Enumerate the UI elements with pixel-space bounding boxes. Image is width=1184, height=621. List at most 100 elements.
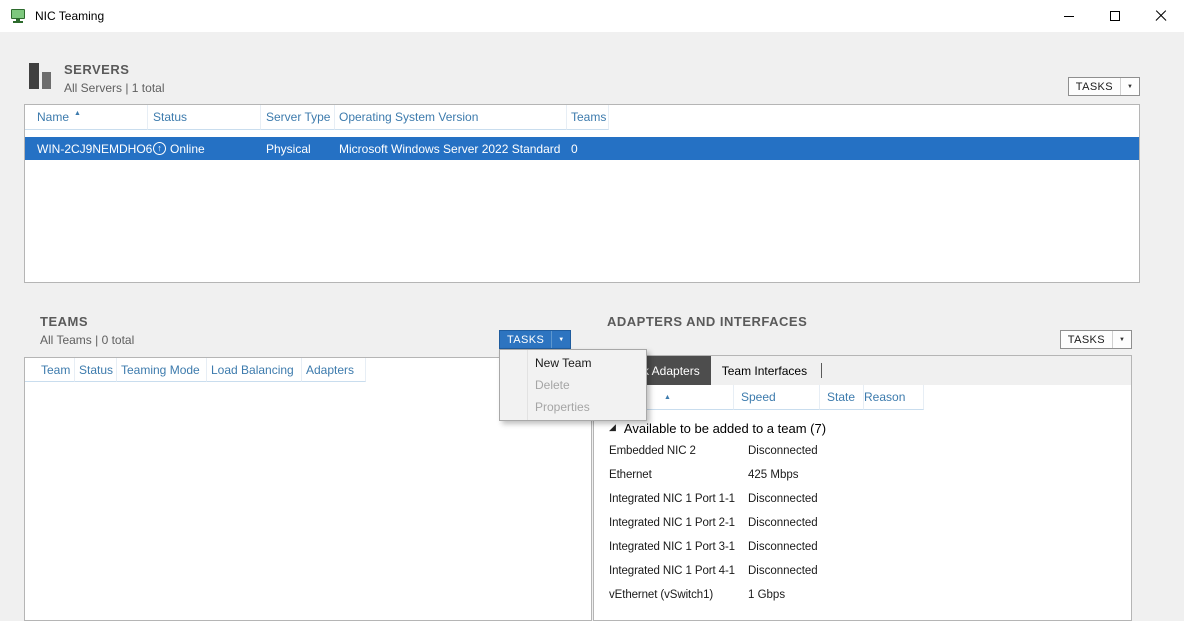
window-title: NIC Teaming: [35, 9, 104, 23]
column-header-label: Load Balancing: [211, 363, 294, 377]
adapters-section-title: ADAPTERS AND INTERFACES: [607, 314, 807, 329]
teams-tasks-button[interactable]: TASKS ▼: [499, 330, 571, 349]
adapters-tab-bar: Network Adapters Team Interfaces: [594, 356, 1131, 385]
adapter-speed-cell: 425 Mbps: [744, 469, 799, 481]
menu-item-new-team[interactable]: New Team: [500, 352, 646, 374]
sort-ascending-icon: ▲: [664, 394, 671, 401]
tasks-label: TASKS: [500, 331, 551, 348]
tasks-label: TASKS: [1069, 78, 1120, 95]
servers-table: Name ▲ Status Server Type Operating Syst…: [24, 104, 1140, 283]
collapse-triangle-icon: ◢: [609, 423, 616, 433]
adapter-name-cell: Integrated NIC 1 Port 4-1: [594, 565, 744, 577]
column-header-speed[interactable]: Speed: [734, 385, 820, 410]
sort-ascending-icon: ▲: [74, 110, 81, 117]
tab-team-interfaces[interactable]: Team Interfaces: [711, 356, 818, 385]
server-status-text: Online: [170, 142, 205, 156]
adapter-speed-cell: Disconnected: [744, 445, 818, 457]
column-header-label: Server Type: [266, 110, 330, 124]
dropdown-arrow-icon: ▼: [551, 331, 570, 348]
maximize-icon: [1110, 11, 1120, 21]
column-header-name[interactable]: Name ▲: [25, 105, 148, 130]
header-filler: [609, 105, 1139, 130]
server-type-cell: Physical: [261, 142, 335, 156]
column-header-label: State: [827, 390, 855, 404]
adapter-row[interactable]: Integrated NIC 1 Port 4-1 Disconnected: [594, 559, 1131, 583]
column-header-label: Speed: [741, 390, 776, 404]
adapters-table-header: ▲ Speed State Reason: [594, 385, 1131, 410]
adapter-speed-cell: 1 Gbps: [744, 589, 785, 601]
adapter-row[interactable]: Integrated NIC 1 Port 3-1 Disconnected: [594, 535, 1131, 559]
online-status-icon: ↑: [153, 142, 166, 155]
adapter-name-cell: Embedded NIC 2: [594, 445, 744, 457]
teams-tasks-menu: New Team Delete Properties: [499, 349, 647, 421]
column-header-team[interactable]: Team: [25, 358, 75, 382]
minimize-button[interactable]: [1046, 0, 1092, 32]
app-icon: [11, 8, 27, 24]
column-header-state[interactable]: State: [820, 385, 864, 410]
column-header-label: Adapters: [306, 363, 354, 377]
column-header-label: Operating System Version: [339, 110, 478, 124]
column-header-teams[interactable]: Teams: [567, 105, 609, 130]
column-header-status[interactable]: Status: [148, 105, 261, 130]
adapter-name-cell: Integrated NIC 1 Port 1-1: [594, 493, 744, 505]
adapter-row[interactable]: Embedded NIC 2 Disconnected: [594, 439, 1131, 463]
server-teams-cell: 0: [567, 142, 609, 156]
column-header-reason[interactable]: Reason: [864, 385, 924, 410]
titlebar: NIC Teaming: [0, 0, 1184, 32]
servers-table-header: Name ▲ Status Server Type Operating Syst…: [25, 105, 1139, 130]
servers-tasks-button[interactable]: TASKS ▼: [1068, 77, 1140, 96]
adapter-name-cell: vEthernet (vSwitch1): [594, 589, 744, 601]
adapter-row[interactable]: Integrated NIC 1 Port 1-1 Disconnected: [594, 487, 1131, 511]
server-row-selected[interactable]: WIN-2CJ9NEMDHO6 ↑ Online Physical Micros…: [25, 137, 1139, 160]
column-header-label: Teaming Mode: [121, 363, 200, 377]
column-header-load-balancing[interactable]: Load Balancing: [207, 358, 302, 382]
servers-section-subtitle: All Servers | 1 total: [64, 81, 165, 95]
column-header-label: Status: [79, 363, 113, 377]
adapter-speed-cell: Disconnected: [744, 517, 818, 529]
adapter-group-row[interactable]: ◢ Available to be added to a team (7): [594, 417, 1131, 439]
teams-section-title: TEAMS: [40, 314, 88, 329]
server-name-cell: WIN-2CJ9NEMDHO6: [25, 142, 148, 156]
adapter-speed-cell: Disconnected: [744, 541, 818, 553]
column-header-label: Status: [153, 110, 187, 124]
adapters-panel: Network Adapters Team Interfaces ▲ Speed…: [593, 355, 1132, 621]
adapter-name-cell: Ethernet: [594, 469, 744, 481]
adapters-tasks-button[interactable]: TASKS ▼: [1060, 330, 1132, 349]
window-controls: [1046, 0, 1184, 32]
tab-separator: [821, 363, 822, 378]
adapter-name-cell: Integrated NIC 1 Port 3-1: [594, 541, 744, 553]
adapter-row[interactable]: Ethernet 425 Mbps: [594, 463, 1131, 487]
menu-gutter-line: [527, 350, 528, 420]
column-header-status[interactable]: Status: [75, 358, 117, 382]
servers-section-title: SERVERS: [64, 62, 129, 77]
tasks-label: TASKS: [1061, 331, 1112, 348]
column-header-label: Name: [37, 110, 69, 124]
column-header-teaming-mode[interactable]: Teaming Mode: [117, 358, 207, 382]
server-status-cell: ↑ Online: [148, 142, 261, 156]
nic-teaming-window: NIC Teaming SERVERS All Servers | 1 tota…: [0, 0, 1184, 621]
column-header-adapters[interactable]: Adapters: [302, 358, 366, 382]
servers-icon: [28, 62, 54, 90]
column-header-server-type[interactable]: Server Type: [261, 105, 335, 130]
adapter-speed-cell: Disconnected: [744, 493, 818, 505]
teams-section-subtitle: All Teams | 0 total: [40, 333, 134, 347]
minimize-icon: [1064, 16, 1074, 17]
adapter-row[interactable]: Integrated NIC 1 Port 2-1 Disconnected: [594, 511, 1131, 535]
close-button[interactable]: [1138, 0, 1184, 32]
header-filler: [924, 385, 1131, 410]
dropdown-arrow-icon: ▼: [1112, 331, 1131, 348]
adapter-row[interactable]: vEthernet (vSwitch1) 1 Gbps: [594, 583, 1131, 607]
column-header-label: Teams: [571, 110, 606, 124]
adapter-name-cell: Integrated NIC 1 Port 2-1: [594, 517, 744, 529]
maximize-button[interactable]: [1092, 0, 1138, 32]
column-header-label: Team: [41, 363, 70, 377]
server-os-cell: Microsoft Windows Server 2022 Standard: [335, 142, 567, 156]
column-header-os-version[interactable]: Operating System Version: [335, 105, 567, 130]
menu-item-properties: Properties: [500, 396, 646, 418]
close-icon: [1155, 10, 1167, 22]
adapter-group-label: Available to be added to a team (7): [624, 421, 826, 436]
menu-item-delete: Delete: [500, 374, 646, 396]
dropdown-arrow-icon: ▼: [1120, 78, 1139, 95]
adapter-speed-cell: Disconnected: [744, 565, 818, 577]
column-header-label: Reason: [864, 390, 905, 404]
